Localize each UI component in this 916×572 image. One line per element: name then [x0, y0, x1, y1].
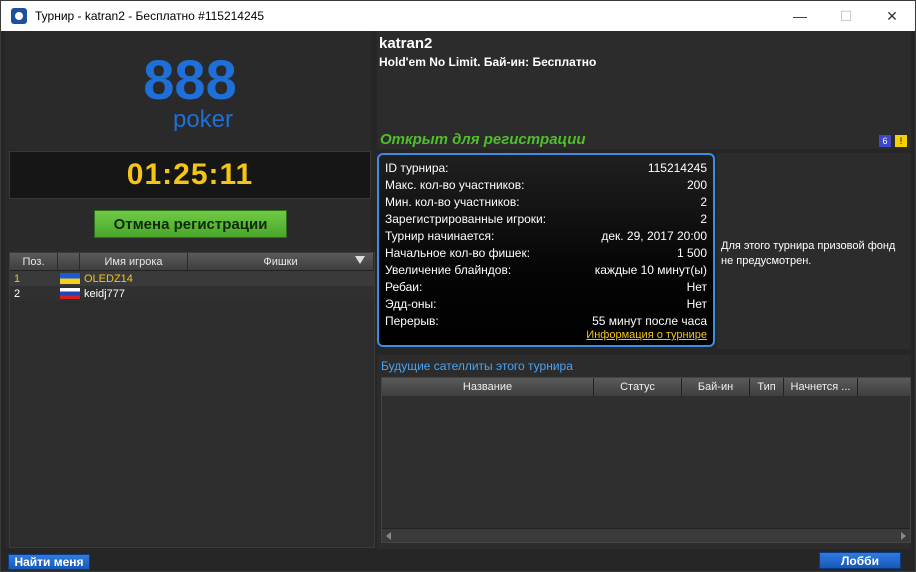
- info-row: Турнир начинается: дек. 29, 2017 20:00: [385, 227, 707, 244]
- info-value: каждые 10 минут(ы): [594, 262, 707, 277]
- find-me-button[interactable]: Найти меня: [8, 554, 90, 570]
- countdown-timer: 01:25:11: [126, 158, 254, 191]
- info-value: 115214245: [647, 160, 707, 175]
- lobby-button[interactable]: Лобби: [819, 552, 901, 569]
- col-chips[interactable]: Фишки: [188, 253, 374, 270]
- player-row[interactable]: 2 keidj777: [10, 286, 374, 301]
- info-label: ID турнира:: [385, 160, 449, 175]
- tournament-window: Турнир - katran2 - Бесплатно #115214245 …: [0, 0, 916, 572]
- info-label: Зарегистрированные игроки:: [385, 211, 547, 226]
- country-flag-icon: [60, 288, 80, 299]
- tournament-name: katran2: [379, 35, 433, 52]
- logo-888: 888: [143, 51, 236, 111]
- info-row: Перерыв: 55 минут после часа: [385, 312, 707, 329]
- player-name: OLEDZ14: [84, 272, 133, 285]
- notice-icon: !: [895, 135, 907, 147]
- info-label: Ребаи:: [385, 279, 423, 294]
- scroll-left-icon[interactable]: [386, 532, 391, 540]
- info-row: ID турнира: 115214245: [385, 159, 707, 176]
- tournament-subtitle: Hold'em No Limit. Бай-ин: Бесплатно: [379, 55, 597, 69]
- window-title: Турнир - katran2 - Бесплатно #115214245: [35, 9, 264, 23]
- six-max-icon: 6: [879, 135, 891, 147]
- info-label: Турнир начинается:: [385, 228, 495, 243]
- minimize-button[interactable]: —: [777, 1, 823, 31]
- countdown-box: 01:25:11: [9, 151, 371, 199]
- close-button[interactable]: ✕: [869, 1, 915, 31]
- tournament-icons: 6 !: [879, 135, 907, 147]
- info-value: 55 минут после часа: [592, 313, 707, 328]
- registration-status: Открыт для регистрации: [380, 131, 586, 148]
- satellites-table: Название Статус Бай-ин Тип Начнется ...: [381, 377, 911, 543]
- info-row: Мин. кол-во участников: 2: [385, 193, 707, 210]
- info-row: Макс. кол-во участников: 200: [385, 176, 707, 193]
- info-row: Ребаи: Нет: [385, 278, 707, 295]
- player-position: 1: [14, 272, 21, 285]
- info-value: 2: [700, 211, 707, 226]
- col-sat-start[interactable]: Начнется ...: [784, 378, 858, 396]
- maximize-button[interactable]: ☐: [823, 1, 869, 31]
- cancel-registration-button[interactable]: Отмена регистрации: [94, 210, 287, 238]
- info-value: 200: [686, 177, 707, 192]
- info-value: 1 500: [676, 245, 707, 260]
- info-label: Перерыв:: [385, 313, 439, 328]
- info-label: Увеличение блайндов:: [385, 262, 512, 277]
- col-player-name[interactable]: Имя игрока: [80, 253, 188, 270]
- players-table: Поз. Имя игрока Фишки 1 OLEDZ14 2 keidj777: [9, 252, 375, 548]
- info-value: дек. 29, 2017 20:00: [601, 228, 707, 243]
- col-sat-type[interactable]: Тип: [750, 378, 784, 396]
- info-row: Увеличение блайндов: каждые 10 минут(ы): [385, 261, 707, 278]
- tournament-header: katran2 Hold'em No Limit. Бай-ин: Беспла…: [377, 31, 911, 149]
- satellites-section: Будущие сателлиты этого турнира Название…: [377, 355, 911, 549]
- info-value: Нет: [686, 296, 707, 311]
- player-name: keidj777: [84, 287, 125, 300]
- app-icon: [11, 8, 27, 24]
- info-row: Эдд-оны: Нет: [385, 295, 707, 312]
- info-value: Нет: [686, 279, 707, 294]
- col-flag: [58, 253, 80, 270]
- col-sat-status[interactable]: Статус: [594, 378, 682, 396]
- scroll-right-icon[interactable]: [901, 532, 906, 540]
- players-table-header: Поз. Имя игрока Фишки: [10, 253, 374, 271]
- tournament-info-list: ID турнира: 115214245 Макс. кол-во участни…: [385, 159, 707, 329]
- col-sat-name[interactable]: Название: [382, 378, 594, 396]
- 888poker-logo: 888 poker: [143, 51, 236, 131]
- satellites-title: Будущие сателлиты этого турнира: [381, 359, 573, 373]
- player-position: 2: [14, 287, 21, 300]
- info-value: 2: [700, 194, 707, 209]
- info-label: Эдд-оны:: [385, 296, 437, 311]
- info-label: Начальное кол-во фишек:: [385, 245, 531, 260]
- col-position[interactable]: Поз.: [10, 253, 58, 270]
- prize-pool-note: Для этого турнира призовой фонд не преду…: [717, 153, 911, 349]
- players-table-body: 1 OLEDZ14 2 keidj777: [10, 271, 374, 301]
- title-bar: Турнир - katran2 - Бесплатно #115214245 …: [1, 1, 915, 31]
- country-flag-icon: [60, 273, 80, 284]
- info-row: Зарегистрированные игроки: 2: [385, 210, 707, 227]
- sort-down-icon[interactable]: [355, 256, 365, 264]
- col-chips-label: Фишки: [263, 255, 298, 268]
- col-sat-buyin[interactable]: Бай-ин: [682, 378, 750, 396]
- player-row[interactable]: 1 OLEDZ14: [10, 271, 374, 286]
- info-row: Начальное кол-во фишек: 1 500: [385, 244, 707, 261]
- left-panel: 888 poker 01:25:11 Отмена регистрации По…: [5, 31, 375, 548]
- satellites-table-header: Название Статус Бай-ин Тип Начнется ...: [382, 378, 910, 396]
- info-label: Макс. кол-во участников:: [385, 177, 525, 192]
- tournament-info-panel: ID турнира: 115214245 Макс. кол-во участни…: [377, 153, 715, 347]
- horizontal-scrollbar[interactable]: [382, 528, 910, 542]
- logo-poker: poker: [173, 106, 233, 131]
- info-label: Мин. кол-во участников:: [385, 194, 520, 209]
- window-controls: — ☐ ✕: [777, 1, 915, 31]
- tournament-info-link[interactable]: Информация о турнире: [385, 329, 707, 341]
